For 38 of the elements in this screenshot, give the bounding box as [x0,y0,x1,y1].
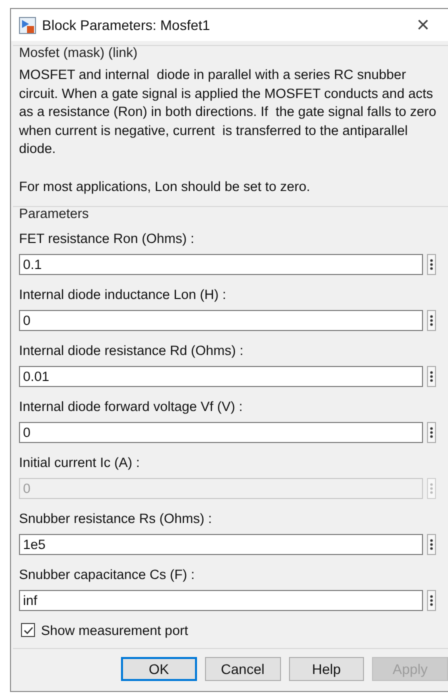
dots-icon [430,258,433,270]
dialog-button[interactable]: Help [288,657,364,681]
more-button[interactable] [427,534,436,554]
dialog-button[interactable]: OK [121,657,197,681]
more-button[interactable] [427,366,436,386]
input-field[interactable]: 0 [19,310,423,330]
field-label: Internal diode inductance Lon (H) : [18,286,228,302]
more-button[interactable] [427,422,436,442]
field-label: Snubber capacitance Cs (F) : [18,566,196,582]
field-label: Internal diode resistance Rd (Ohms) : [18,342,244,358]
description-text: MOSFET and internal diode in parallel with a series RC snubber circuit. When a gate signal is applied the MOSFET conducts and acts as a resistance (Ron) in both directions. If the gate signal falls to zero when current is negative, current is transferred to the antiparallel diode. [18,66,438,158]
group-title: Mosfet (mask) (link) [18,45,139,60]
field-label: Initial current Ic (A) : [18,454,141,470]
close-button[interactable]: × [410,14,436,36]
group-title: Parameters [18,206,90,220]
dots-icon [430,538,433,550]
input-field[interactable]: 1e5 [19,534,423,554]
checkbox[interactable] [21,623,35,637]
checkbox-label: Show measurement port [41,622,188,638]
input-field[interactable]: 0.01 [19,366,423,386]
window-title: Block Parameters: Mosfet1 [42,17,212,33]
field-label: FET resistance Ron (Ohms) : [18,230,196,246]
input-field[interactable]: 0.1 [19,254,423,274]
dots-icon [430,594,433,606]
field-label: Internal diode forward voltage Vf (V) : [18,398,244,414]
more-button[interactable] [427,254,436,274]
dialog-button[interactable]: Cancel [204,657,281,681]
dots-icon [430,426,433,438]
field-label: Snubber resistance Rs (Ohms) : [18,510,213,526]
block-icon [19,16,36,34]
input-field[interactable]: inf [19,590,423,610]
input-field[interactable]: 0 [19,422,423,442]
more-button[interactable] [427,310,436,330]
dots-icon [430,370,433,382]
note-text: For most applications, Lon should be set to zero. [18,178,312,194]
more-button[interactable] [427,590,436,610]
dots-icon [430,482,433,494]
dots-icon [430,314,433,326]
